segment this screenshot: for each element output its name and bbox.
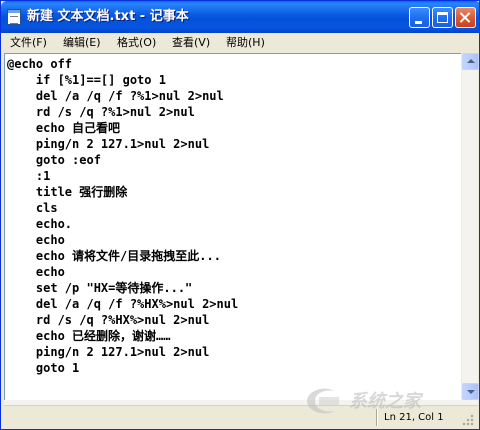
text-line: echo 请将文件/目录拖拽至此... <box>7 249 221 263</box>
close-icon <box>456 8 475 27</box>
scroll-up-button[interactable] <box>462 53 479 70</box>
minimize-button[interactable] <box>409 7 430 28</box>
text-line: echo 已经删除，谢谢…… <box>7 329 171 343</box>
menu-bar: 文件(F) 编辑(E) 格式(O) 查看(V) 帮助(H) <box>4 33 477 53</box>
text-line: goto :eof <box>7 153 101 167</box>
watermark-emblem-icon <box>307 388 339 414</box>
text-line: echo <box>7 265 65 279</box>
menu-edit[interactable]: 编辑(E) <box>63 35 101 51</box>
vertical-scrollbar[interactable] <box>461 53 479 400</box>
notepad-icon[interactable] <box>7 9 21 25</box>
text-line: del /a /q /f ?%HX%>nul 2>nul <box>7 297 239 311</box>
text-line: @echo off <box>7 57 73 71</box>
text-line: ping/n 2 127.1>nul 2>nul <box>7 345 210 359</box>
minimize-icon <box>415 21 422 24</box>
notepad-window: 新建 文本文档.txt - 记事本 文件(F) 编辑(E) 格式(O) 查看(V… <box>0 0 480 430</box>
maximize-button[interactable] <box>432 7 453 28</box>
menu-help[interactable]: 帮助(H) <box>226 35 265 51</box>
text-line: title 强行删除 <box>7 185 128 199</box>
text-line: goto 1 <box>7 361 80 375</box>
text-editor[interactable]: @echo off if [%1]==[] goto 1 del /a /q /… <box>4 53 461 400</box>
text-line: echo. <box>7 217 73 231</box>
text-line: set /p "HX=等待操作..." <box>7 281 193 295</box>
text-line: rd /s /q ?%1>nul 2>nul <box>7 105 195 119</box>
text-line: echo <box>7 233 65 247</box>
window-title: 新建 文本文档.txt - 记事本 <box>27 9 189 24</box>
watermark-logo: 系统之家 <box>301 383 471 421</box>
text-line: ping/n 2 127.1>nul 2>nul <box>7 137 210 151</box>
close-button[interactable] <box>455 7 476 28</box>
watermark-text: 系统之家 <box>349 391 421 412</box>
text-line: echo 自己看吧 <box>7 121 121 135</box>
text-line: rd /s /q ?%HX%>nul 2>nul <box>7 313 210 327</box>
menu-file[interactable]: 文件(F) <box>10 35 47 51</box>
text-line: if [%1]==[] goto 1 <box>7 73 166 87</box>
text-line: del /a /q /f ?%1>nul 2>nul <box>7 89 224 103</box>
menu-view[interactable]: 查看(V) <box>172 35 210 51</box>
title-bar[interactable]: 新建 文本文档.txt - 记事本 <box>1 1 479 33</box>
menu-format[interactable]: 格式(O) <box>117 35 156 51</box>
maximize-icon <box>437 12 448 23</box>
text-line: cls <box>7 201 58 215</box>
text-line: :1 <box>7 169 51 183</box>
